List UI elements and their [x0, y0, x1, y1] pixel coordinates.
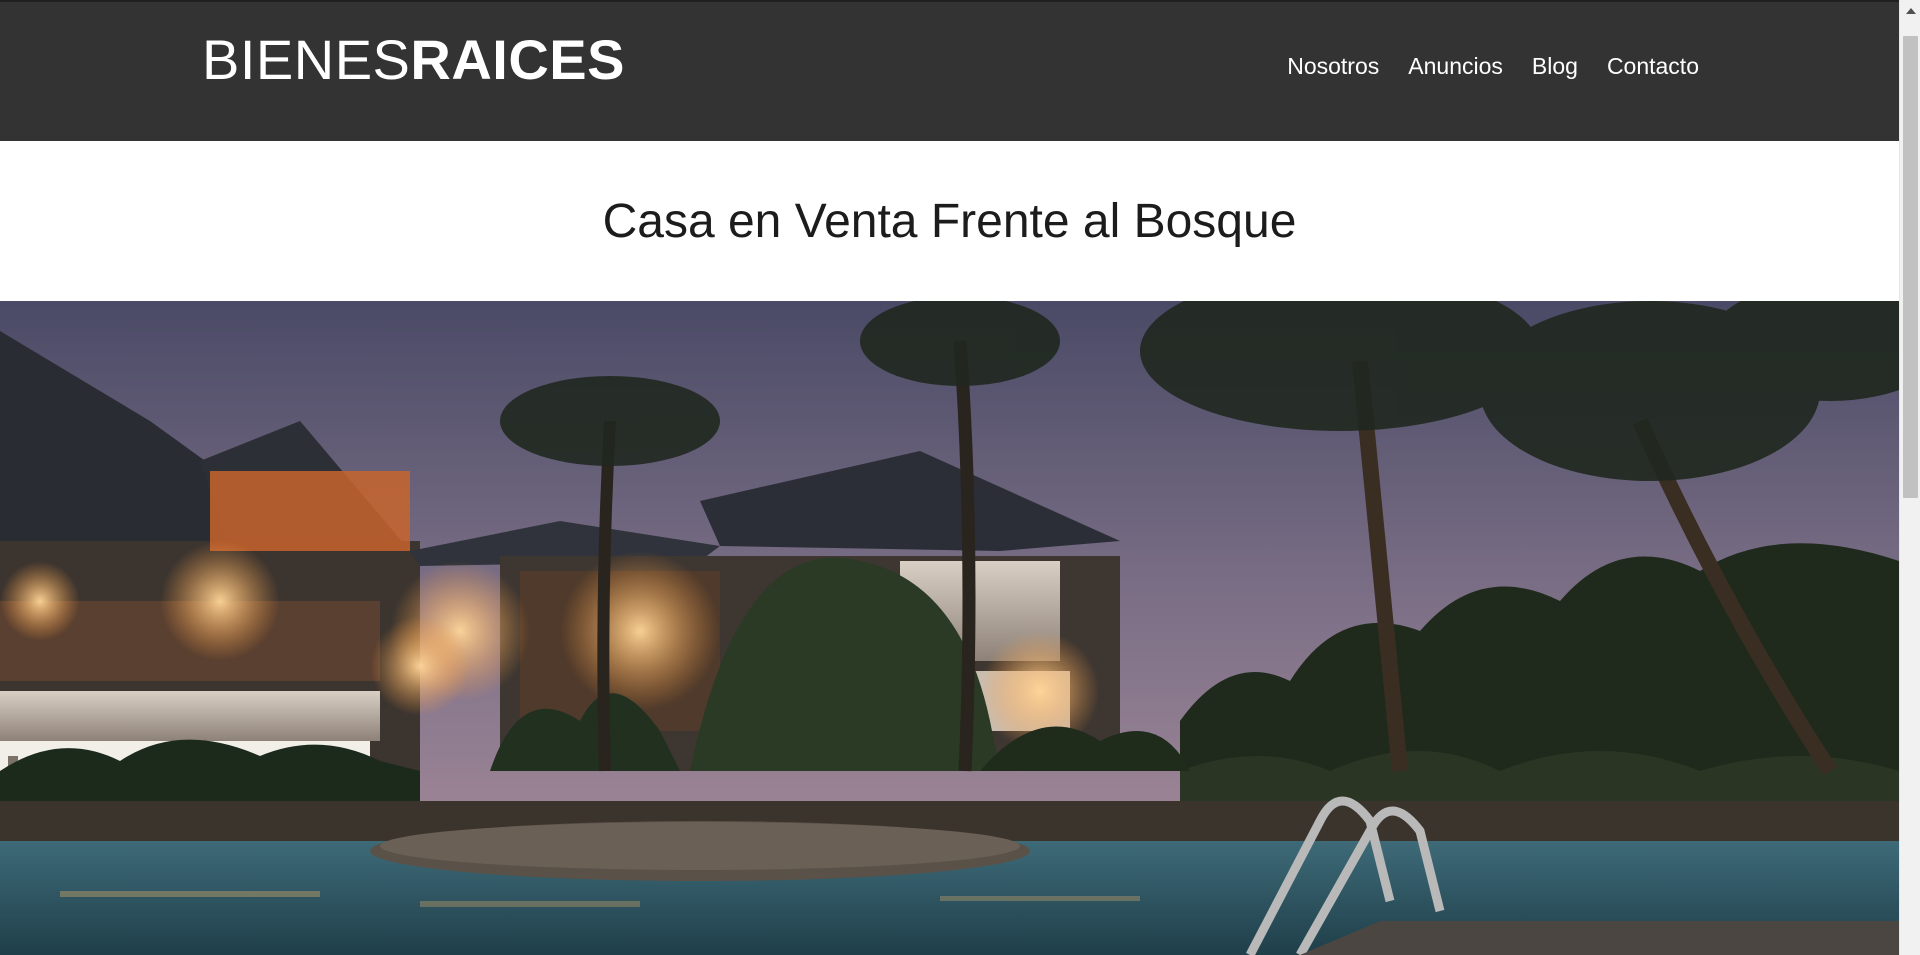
nav-link-anuncios[interactable]: Anuncios [1408, 50, 1503, 82]
nav-link-blog[interactable]: Blog [1532, 50, 1578, 82]
nav-link-nosotros[interactable]: Nosotros [1287, 50, 1379, 82]
scroll-thumb[interactable] [1903, 36, 1918, 498]
hero-illustration [0, 301, 1899, 955]
nav-link-contacto[interactable]: Contacto [1607, 50, 1699, 82]
scroll-up-arrow-icon[interactable] [1900, 0, 1920, 21]
title-section: Casa en Venta Frente al Bosque [0, 141, 1899, 301]
logo-text-bold: RAICES [410, 28, 625, 91]
site-logo[interactable]: BIENESRAICES [202, 28, 625, 92]
page-scrollbar[interactable] [1899, 0, 1920, 955]
logo-text-light: BIENES [202, 28, 411, 91]
site-header: BIENESRAICES Nosotros Anuncios Blog Cont… [0, 0, 1899, 141]
page-title: Casa en Venta Frente al Bosque [602, 194, 1297, 248]
main-nav: Nosotros Anuncios Blog Contacto [1287, 50, 1699, 82]
page: BIENESRAICES Nosotros Anuncios Blog Cont… [0, 0, 1899, 955]
property-hero-image [0, 301, 1899, 955]
